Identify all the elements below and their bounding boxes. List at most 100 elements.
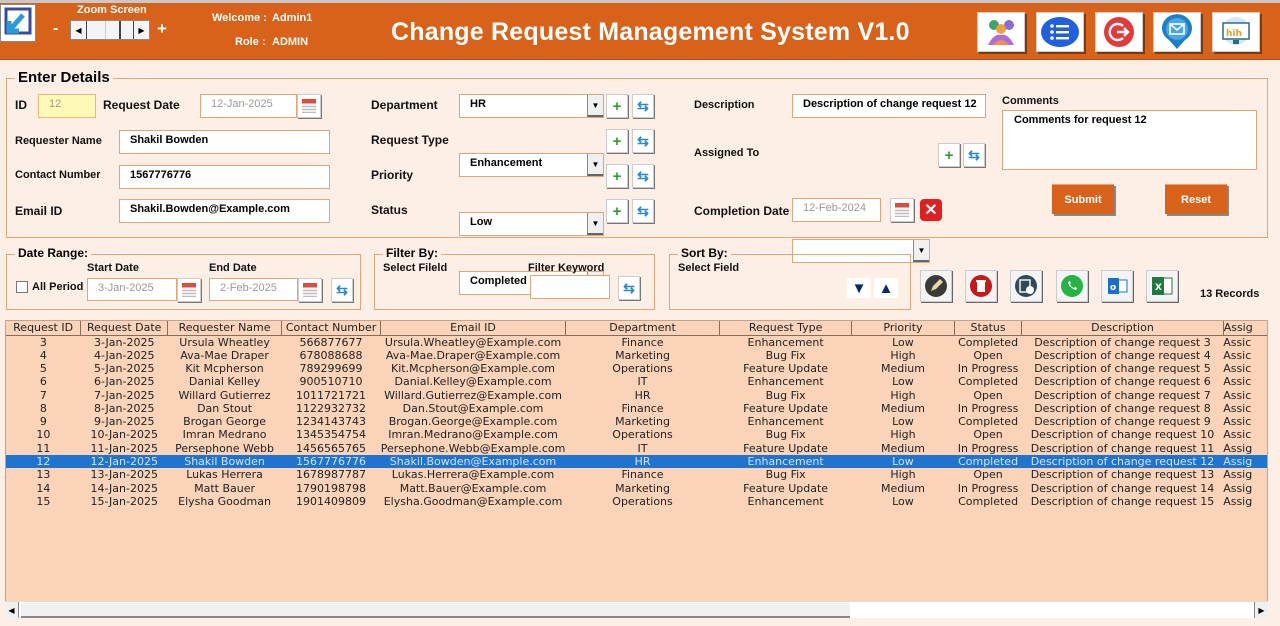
id-field[interactable]: 12	[38, 94, 96, 118]
table-cell: Feature Update	[743, 481, 829, 495]
table-row[interactable]: 4 4-Jan-2025 Ava-Mae Draper 678088688 Ava-Ma…	[6, 349, 1267, 362]
column-header[interactable]: Priority	[851, 321, 955, 336]
column-header[interactable]: Contact Number	[281, 321, 382, 336]
table-cell: Low	[892, 375, 914, 389]
chevron-down-icon[interactable]: ▼	[587, 154, 603, 176]
outlook-button[interactable]: o	[1101, 270, 1133, 302]
clear-completion-date-button[interactable]: ✕	[920, 199, 942, 221]
table-row[interactable]: 10 10-Jan-2025 Imran Medrano 1345354754 Imra…	[6, 428, 1267, 441]
filter-keyword-input[interactable]	[530, 275, 610, 299]
table-row[interactable]: 3 3-Jan-2025 Ursula Wheatley 566877677 Ursul…	[6, 335, 1267, 349]
refresh-priority-button[interactable]: ⇆	[632, 164, 654, 188]
sort-descending-button[interactable]: ▼	[847, 278, 871, 298]
completion-date-field[interactable]: 12-Feb-2024	[792, 198, 881, 222]
refresh-date-range-button[interactable]: ⇆	[331, 278, 353, 302]
column-header[interactable]: Requester Name	[167, 321, 282, 336]
chevron-down-icon[interactable]: ▼	[913, 240, 929, 262]
table-cell: High	[890, 348, 916, 362]
table-row[interactable]: 11 11-Jan-2025 Persephone Webb 1456565765 Pe…	[6, 442, 1267, 455]
end-date-label: End Date	[209, 262, 257, 274]
add-department-button[interactable]: +	[606, 94, 628, 118]
end-date-calendar-button[interactable]	[298, 278, 322, 302]
requester-name-field[interactable]: Shakil Bowden	[119, 130, 330, 154]
table-cell: Imran.Medrano@Example.com	[388, 428, 558, 442]
refresh-filter-button[interactable]: ⇆	[618, 276, 640, 300]
table-row[interactable]: 8 8-Jan-2025 Dan Stout 1122932732 Dan.Stout@…	[6, 402, 1267, 415]
table-row[interactable]: 9 9-Jan-2025 Brogan George 1234143743 Brogan…	[6, 415, 1267, 428]
zoom-out-button[interactable]: -	[53, 20, 58, 38]
end-date-field[interactable]: 2-Feb-2025	[209, 278, 298, 301]
scrollbar-thumb[interactable]	[21, 603, 850, 618]
contact-number-field[interactable]: 1567776776	[119, 165, 330, 189]
column-header[interactable]: Description	[1021, 321, 1224, 336]
column-header[interactable]: Email ID	[380, 321, 566, 336]
request-date-calendar-button[interactable]	[297, 94, 321, 118]
refresh-status-button[interactable]: ⇆	[632, 199, 654, 223]
add-priority-button[interactable]: +	[606, 164, 628, 188]
column-header[interactable]: Request ID	[6, 321, 82, 336]
column-header[interactable]: Status	[954, 321, 1023, 336]
reset-button[interactable]: Reset	[1165, 184, 1227, 214]
chevron-down-icon[interactable]: ▼	[587, 95, 603, 117]
completion-date-calendar-button[interactable]	[890, 198, 914, 222]
user-settings-button[interactable]	[977, 12, 1025, 52]
scroll-right-arrow-icon[interactable]: ▶	[1254, 602, 1268, 618]
zoom-left-arrow-icon[interactable]: ◀	[71, 21, 87, 39]
scroll-left-arrow-icon[interactable]: ◀	[5, 602, 19, 618]
refresh-department-button[interactable]: ⇆	[632, 94, 654, 118]
logout-button[interactable]	[1095, 12, 1143, 52]
zoom-slider-thumb[interactable]	[105, 21, 121, 39]
submit-button[interactable]: Submit	[1052, 184, 1114, 214]
all-period-checkbox[interactable]	[16, 281, 28, 293]
column-header[interactable]: Request Type	[719, 321, 853, 336]
report-button[interactable]	[1010, 270, 1042, 302]
delete-button[interactable]	[965, 270, 997, 302]
calendar-icon	[895, 203, 909, 217]
table-cell: Assig	[1223, 441, 1253, 455]
whatsapp-button[interactable]	[1056, 270, 1088, 302]
edit-button[interactable]	[920, 270, 952, 302]
refresh-assignee-button[interactable]: ⇆	[963, 143, 985, 167]
table-cell: Low	[892, 494, 914, 508]
add-request-type-button[interactable]: +	[606, 129, 628, 153]
requests-table[interactable]: Request ID Request Date Requester Name Cont…	[5, 320, 1268, 602]
department-select[interactable]: HR ▼	[459, 94, 604, 118]
column-header[interactable]: Assig	[1223, 321, 1267, 336]
table-cell: Assic	[1223, 348, 1252, 362]
table-cell: HR	[565, 454, 720, 469]
start-date-field[interactable]: 3-Jan-2025	[87, 278, 177, 301]
table-row[interactable]: 15 15-Jan-2025 Elysha Goodman 1901409809 Ely…	[6, 495, 1267, 508]
table-row[interactable]: 13 13-Jan-2025 Lukas Herrera 1678987787 Luka…	[6, 468, 1267, 481]
zoom-right-arrow-icon[interactable]: ▶	[133, 21, 149, 39]
excel-button[interactable]: X	[1146, 270, 1178, 302]
table-cell: 15-Jan-2025	[90, 494, 158, 508]
app-logo-icon[interactable]	[0, 4, 36, 42]
logout-icon	[1104, 17, 1134, 47]
table-row[interactable]: 5 5-Jan-2025 Kit Mcpherson 789299699 Kit.Mcp…	[6, 362, 1267, 375]
chevron-down-icon[interactable]: ▼	[587, 213, 603, 235]
table-row[interactable]: 7 7-Jan-2025 Willard Gutierrez 1011721721 Wi…	[6, 388, 1267, 402]
priority-select[interactable]: Low ▼	[459, 212, 604, 236]
request-type-select[interactable]: Enhancement ▼	[459, 153, 604, 177]
list-menu-button[interactable]	[1036, 12, 1084, 52]
zoom-in-button[interactable]: +	[157, 19, 167, 39]
refresh-request-type-button[interactable]: ⇆	[632, 129, 654, 153]
add-status-button[interactable]: +	[606, 199, 628, 223]
description-field[interactable]: Description of change request 12	[792, 94, 986, 118]
column-header[interactable]: Request Date	[80, 321, 169, 336]
horizontal-scrollbar[interactable]: ◀ ▶	[5, 601, 1268, 618]
sort-ascending-button[interactable]: ▲	[874, 278, 898, 298]
column-header[interactable]: Department	[565, 321, 721, 336]
table-row[interactable]: 6 6-Jan-2025 Danial Kelley 900510710 Danial.…	[6, 375, 1267, 388]
help-website-button[interactable]: hih	[1212, 12, 1260, 52]
request-date-field[interactable]: 12-Jan-2025	[200, 94, 297, 118]
table-cell: IT	[637, 375, 648, 389]
comments-textarea[interactable]: Comments for request 12	[1002, 110, 1257, 170]
zoom-slider[interactable]: ◀ ▶	[70, 20, 150, 40]
email-field[interactable]: Shakil.Bowden@Example.com	[119, 199, 330, 223]
table-row[interactable]: 12 12-Jan-2025 Shakil Bowden 1567776776 Shak…	[6, 454, 1267, 469]
email-support-button[interactable]	[1153, 12, 1201, 52]
start-date-calendar-button[interactable]	[177, 278, 201, 302]
table-row[interactable]: 14 14-Jan-2025 Matt Bauer 1790198798 Matt.Ba…	[6, 481, 1267, 495]
add-assignee-button[interactable]: +	[938, 143, 960, 167]
